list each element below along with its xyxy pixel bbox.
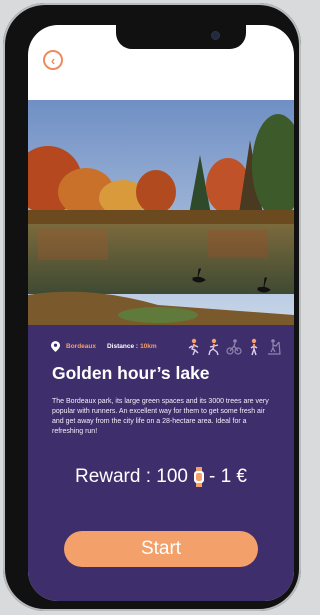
distance-label: Distance :: [106, 343, 139, 350]
distance-value: 10km: [140, 343, 157, 350]
phone-frame: ‹ Bordeaux Distance: 10km Golden hour’s…: [3, 3, 301, 611]
watch-icon: [193, 467, 204, 487]
runner-icon: [188, 338, 199, 356]
meta-row: Bordeaux Distance : 10km: [51, 341, 157, 352]
walker-icon: [250, 338, 258, 356]
treadmill-icon: [268, 339, 281, 355]
back-arrow-icon: ‹: [50, 52, 56, 68]
cyclist-icon: [226, 339, 242, 355]
start-button[interactable]: Start: [64, 531, 258, 567]
park-title: Golden hour’s lake: [52, 363, 210, 383]
reward-prefix: Reward : 100: [74, 466, 188, 487]
runner-icon: [208, 338, 219, 356]
notch: [116, 25, 246, 49]
reward-line: Reward : 100 - 1 €: [28, 466, 294, 488]
camera-icon: [211, 31, 220, 40]
back-button[interactable]: ‹: [43, 50, 63, 70]
location-label: Bordeaux: [66, 343, 96, 350]
activity-icons: [186, 338, 282, 356]
details-panel: Bordeaux Distance : 10km Golden hour’s l…: [28, 325, 294, 601]
park-photo: [28, 100, 294, 325]
park-description: The Bordeaux park, its large green space…: [52, 398, 269, 435]
location-pin-icon: [51, 341, 60, 352]
app-screen: ‹ Bordeaux Distance: 10km Golden hour’s…: [28, 25, 294, 601]
reward-suffix: - 1 €: [208, 466, 248, 487]
